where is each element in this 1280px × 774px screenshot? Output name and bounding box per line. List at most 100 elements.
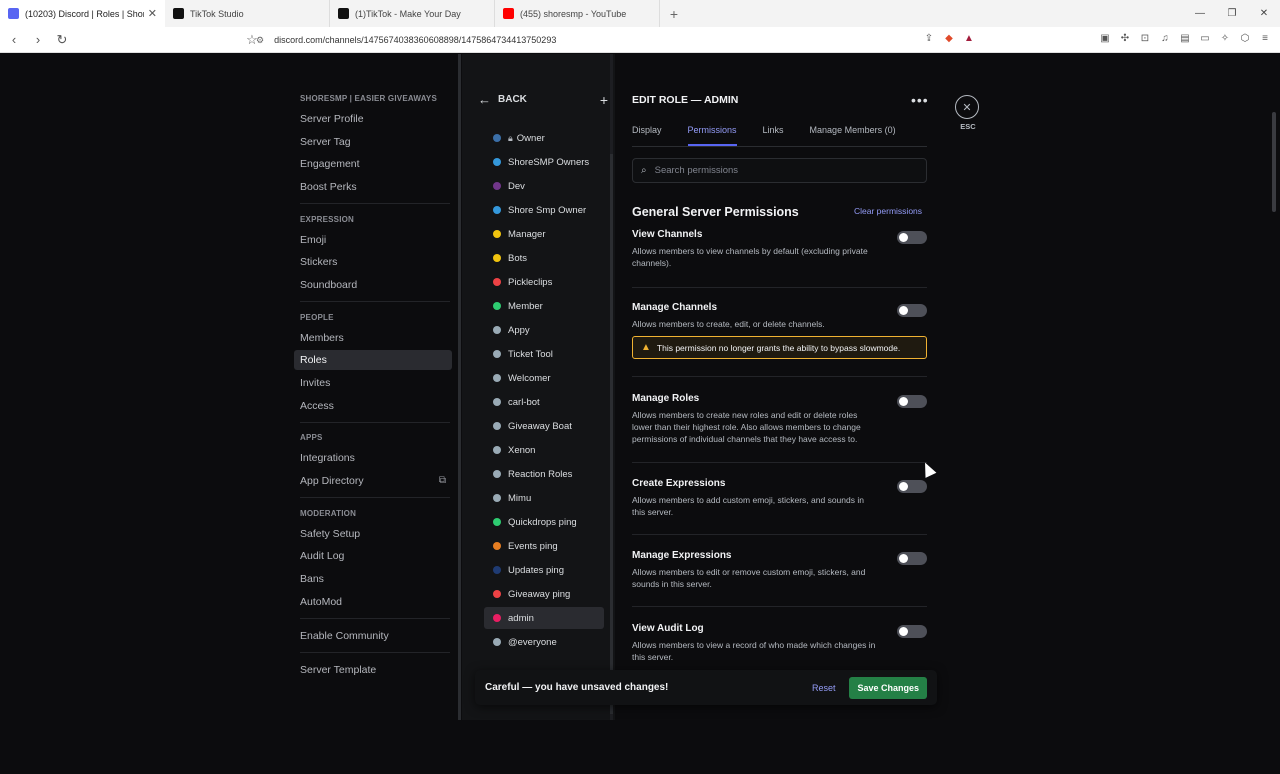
permission-toggle[interactable] — [897, 231, 927, 244]
permission-toggle[interactable] — [897, 480, 927, 493]
add-role-button[interactable]: + — [600, 92, 608, 108]
minimize-button[interactable]: — — [1184, 0, 1216, 27]
back-arrow-icon[interactable]: ← — [478, 92, 491, 107]
clear-permissions-link[interactable]: Clear permissions — [854, 206, 922, 216]
puzzle-icon[interactable]: ✣ — [1118, 31, 1132, 45]
reload-icon[interactable]: ↻ — [52, 30, 72, 50]
role-item[interactable]: Appy — [484, 319, 604, 341]
close-tab-icon[interactable]: ✕ — [148, 7, 157, 20]
url-field[interactable]: ⚙ discord.com/channels/14756740383606088… — [256, 31, 976, 49]
search-permissions[interactable]: ⌕ — [632, 158, 927, 183]
role-item[interactable]: carl-bot — [484, 391, 604, 413]
role-item[interactable]: 🔒︎ Owner — [484, 127, 604, 149]
save-changes-button[interactable]: Save Changes — [849, 676, 927, 699]
role-item[interactable]: Xenon — [484, 439, 604, 461]
esc-close[interactable]: ✕ ESC — [955, 95, 981, 131]
permission-desc: Allows members to create, edit, or delet… — [632, 319, 825, 329]
role-item[interactable]: Events ping — [484, 535, 604, 557]
browser-tab-tiktok[interactable]: (1)TikTok - Make Your Day — [330, 0, 495, 27]
leo-icon[interactable]: ✧ — [1218, 31, 1232, 45]
nav-engagement[interactable]: Engagement — [294, 154, 452, 174]
site-info-icon[interactable]: ⚙ — [256, 35, 264, 46]
browser-tab-tiktok-studio[interactable]: TikTok Studio — [165, 0, 330, 27]
rewards-icon[interactable]: ▲ — [962, 31, 976, 45]
role-item[interactable]: Updates ping — [484, 559, 604, 581]
column-separator — [458, 54, 461, 720]
lock-icon: 🔒︎ — [508, 132, 513, 143]
page-scrollbar[interactable] — [1270, 108, 1278, 774]
role-item[interactable]: Giveaway Boat — [484, 415, 604, 437]
role-item[interactable]: Reaction Roles — [484, 463, 604, 485]
extension-icon[interactable]: ▣ — [1098, 31, 1112, 45]
tab-permissions[interactable]: Permissions — [687, 125, 737, 146]
nav-roles[interactable]: Roles — [294, 350, 452, 370]
nav-members[interactable]: Members — [294, 328, 452, 348]
role-item[interactable]: Manager — [484, 223, 604, 245]
permission-toggle[interactable] — [897, 552, 927, 565]
nav-boost-perks[interactable]: Boost Perks — [294, 177, 452, 197]
role-name: Member — [508, 300, 543, 312]
role-item[interactable]: Member — [484, 295, 604, 317]
nav-server-profile[interactable]: Server Profile — [294, 109, 452, 129]
nav-soundboard[interactable]: Soundboard — [294, 275, 452, 295]
media-icon[interactable]: ♫ — [1158, 31, 1172, 45]
tab-display[interactable]: Display — [632, 125, 662, 146]
new-tab-button[interactable]: + — [660, 0, 688, 27]
search-input[interactable] — [654, 165, 905, 176]
nav-invites[interactable]: Invites — [294, 373, 452, 393]
restore-button[interactable]: ❐ — [1216, 0, 1248, 27]
nav-bans[interactable]: Bans — [294, 569, 452, 589]
nav-stickers[interactable]: Stickers — [294, 252, 452, 272]
back-button[interactable]: BACK — [498, 94, 527, 105]
nav-automod[interactable]: AutoMod — [294, 592, 452, 612]
role-item[interactable]: Dev — [484, 175, 604, 197]
close-window-button[interactable]: ✕ — [1248, 0, 1280, 27]
reset-button[interactable]: Reset — [812, 683, 836, 693]
screenshot-icon[interactable]: ⊡ — [1138, 31, 1152, 45]
role-item[interactable]: @everyone — [484, 631, 604, 653]
share-icon[interactable]: ⇪ — [922, 31, 936, 45]
roles-scrollbar-thumb[interactable] — [610, 154, 613, 714]
roles-scrollbar[interactable] — [610, 54, 613, 720]
role-item[interactable]: Quickdrops ping — [484, 511, 604, 533]
brave-shield-icon[interactable]: ◆ — [942, 31, 956, 45]
role-name: Bots — [508, 252, 528, 264]
nav-audit-log[interactable]: Audit Log — [294, 546, 452, 566]
nav-app-directory[interactable]: App Directory ⧉ — [294, 471, 452, 491]
permission-divider — [632, 606, 927, 607]
permission-toggle[interactable] — [897, 395, 927, 408]
permission-toggle[interactable] — [897, 304, 927, 317]
page-scrollbar-thumb[interactable] — [1272, 112, 1276, 212]
back-nav-icon[interactable]: ‹ — [4, 30, 24, 50]
browser-tab-discord[interactable]: (10203) Discord | Roles | ShoreSI ✕ — [0, 0, 165, 27]
role-item[interactable]: Ticket Tool — [484, 343, 604, 365]
nav-safety-setup[interactable]: Safety Setup — [294, 524, 452, 544]
window-controls: — ❐ ✕ — [1184, 0, 1280, 27]
role-item[interactable]: ShoreSMP Owners — [484, 151, 604, 173]
vpn-icon[interactable]: ⬡ — [1238, 31, 1252, 45]
nav-enable-community[interactable]: Enable Community — [294, 626, 452, 646]
nav-emoji[interactable]: Emoji — [294, 230, 452, 250]
nav-server-tag[interactable]: Server Tag — [294, 132, 452, 152]
sidebar-icon[interactable]: ▤ — [1178, 31, 1192, 45]
role-item[interactable]: Bots — [484, 247, 604, 269]
role-item[interactable]: Mimu — [484, 487, 604, 509]
browser-toolbar-icons: ⇪ ◆ ▲ ▣ ✣ ⊡ ♫ ▤ ▭ ✧ ⬡ ≡ — [922, 31, 1272, 45]
tab-links[interactable]: Links — [763, 125, 784, 146]
nav-integrations[interactable]: Integrations — [294, 448, 452, 468]
wallet-icon[interactable]: ▭ — [1198, 31, 1212, 45]
nav-server-template[interactable]: Server Template — [294, 660, 452, 680]
nav-access[interactable]: Access — [294, 396, 452, 416]
forward-nav-icon[interactable]: › — [28, 30, 48, 50]
browser-tab-youtube[interactable]: (455) shoresmp - YouTube — [495, 0, 660, 27]
role-item[interactable]: Welcomer — [484, 367, 604, 389]
menu-icon[interactable]: ≡ — [1258, 31, 1272, 45]
role-item[interactable]: Giveaway ping — [484, 583, 604, 605]
tab-manage-members[interactable]: Manage Members (0) — [810, 125, 896, 146]
role-item[interactable]: Pickleclips — [484, 271, 604, 293]
close-icon[interactable]: ✕ — [955, 95, 979, 119]
role-item[interactable]: admin — [484, 607, 604, 629]
more-options-icon[interactable]: ••• — [911, 92, 929, 108]
role-item[interactable]: Shore Smp Owner — [484, 199, 604, 221]
permission-toggle[interactable] — [897, 625, 927, 638]
